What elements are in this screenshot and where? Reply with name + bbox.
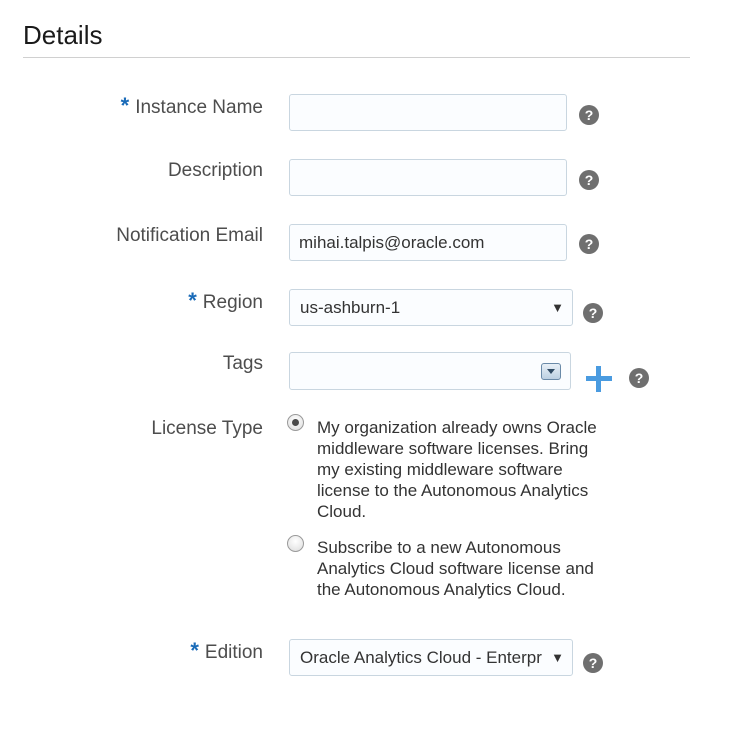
- license-subscribe-radio[interactable]: [287, 535, 304, 552]
- required-marker: *: [190, 638, 199, 663]
- instance-name-label-text: Instance Name: [135, 97, 263, 118]
- tags-help-icon[interactable]: ?: [629, 368, 649, 388]
- region-select[interactable]: us-ashburn-1 ▼: [289, 289, 573, 326]
- tags-label: Tags: [222, 353, 263, 374]
- instance-name-help-icon[interactable]: ?: [579, 105, 599, 125]
- description-label: Description: [167, 160, 263, 181]
- edition-select[interactable]: Oracle Analytics Cloud - Enterprise Edit…: [289, 639, 573, 676]
- region-label: * Region: [188, 288, 263, 314]
- notification-email-input[interactable]: [289, 224, 567, 261]
- required-marker: *: [188, 288, 197, 313]
- edition-help-icon[interactable]: ?: [583, 653, 603, 673]
- edition-label: * Edition: [190, 638, 263, 664]
- region-select-value: us-ashburn-1: [300, 298, 401, 317]
- edition-select-value: Oracle Analytics Cloud - Enterprise Edit…: [300, 648, 542, 667]
- license-byol-radio[interactable]: [287, 414, 304, 431]
- license-type-label: License Type: [151, 418, 263, 439]
- tags-combobox[interactable]: [289, 352, 571, 390]
- section-title: Details: [23, 20, 103, 50]
- license-byol-text: My organization already owns Oracle midd…: [317, 418, 597, 521]
- chevron-down-icon: ▼: [551, 300, 564, 315]
- instance-name-input[interactable]: [289, 94, 567, 131]
- description-input[interactable]: [289, 159, 567, 196]
- description-help-icon[interactable]: ?: [579, 170, 599, 190]
- chevron-down-icon: ▼: [551, 650, 564, 665]
- tags-dropdown-icon[interactable]: [541, 363, 561, 380]
- details-page: Details * Instance Name ? Description ? N…: [0, 0, 739, 732]
- section-divider: [23, 57, 690, 58]
- required-marker: *: [120, 93, 130, 118]
- edition-label-text: Edition: [204, 642, 263, 663]
- notification-email-help-icon[interactable]: ?: [579, 234, 599, 254]
- region-help-icon[interactable]: ?: [583, 303, 603, 323]
- add-tag-plus-icon[interactable]: [586, 366, 612, 392]
- instance-name-label: * Instance Name: [121, 93, 263, 119]
- region-label-text: Region: [202, 292, 263, 313]
- notification-email-label: Notification Email: [116, 225, 263, 246]
- license-subscribe-text: Subscribe to a new Autonomous Analytics …: [317, 538, 594, 599]
